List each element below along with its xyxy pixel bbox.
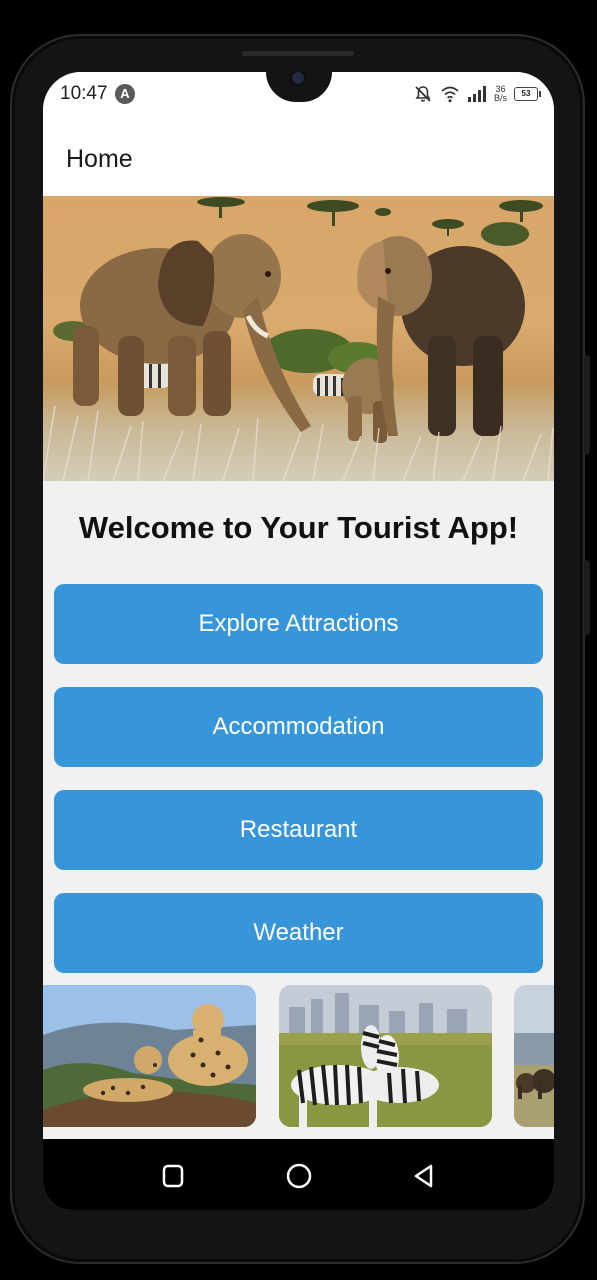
status-icons: 36 B/s 53 (413, 83, 541, 105)
screen: 10:47 A 36 B/s 53 Home Welcome to Your T… (43, 72, 554, 1210)
back-icon[interactable] (409, 1161, 439, 1191)
network-speed: 36 B/s (494, 85, 507, 103)
system-navigation-bar (43, 1139, 554, 1210)
front-camera (292, 72, 304, 84)
page-title: Home (66, 145, 133, 173)
status-time: 10:47 (60, 83, 108, 104)
gallery-item-zebras[interactable] (279, 985, 492, 1127)
bell-off-icon (415, 86, 431, 102)
wifi-icon (441, 86, 459, 103)
app-bar: Home (43, 118, 554, 196)
hero-image-elephants (43, 196, 554, 481)
signal-icon (467, 86, 486, 102)
explore-attractions-button[interactable]: Explore Attractions (54, 584, 543, 664)
battery-level: 53 (521, 89, 531, 98)
app-notification-badge: A (115, 84, 135, 104)
recents-icon[interactable] (158, 1161, 188, 1191)
power-button (584, 560, 590, 635)
restaurant-button[interactable]: Restaurant (54, 790, 543, 870)
gallery-item-cheetahs[interactable] (43, 985, 256, 1127)
elephants-illustration (43, 197, 554, 481)
elephants-small-illustration (514, 985, 554, 1127)
zebras-illustration (279, 985, 492, 1127)
volume-button (584, 355, 590, 455)
earpiece-speaker (242, 51, 354, 56)
home-icon[interactable] (284, 1161, 314, 1191)
weather-button[interactable]: Weather (54, 893, 543, 973)
network-speed-unit: B/s (493, 93, 507, 103)
cheetahs-illustration (43, 985, 256, 1127)
gallery-item-elephants[interactable] (514, 985, 554, 1127)
battery-icon: 53 (514, 87, 541, 101)
accommodation-button[interactable]: Accommodation (54, 687, 543, 767)
welcome-heading: Welcome to Your Tourist App! (78, 510, 519, 545)
